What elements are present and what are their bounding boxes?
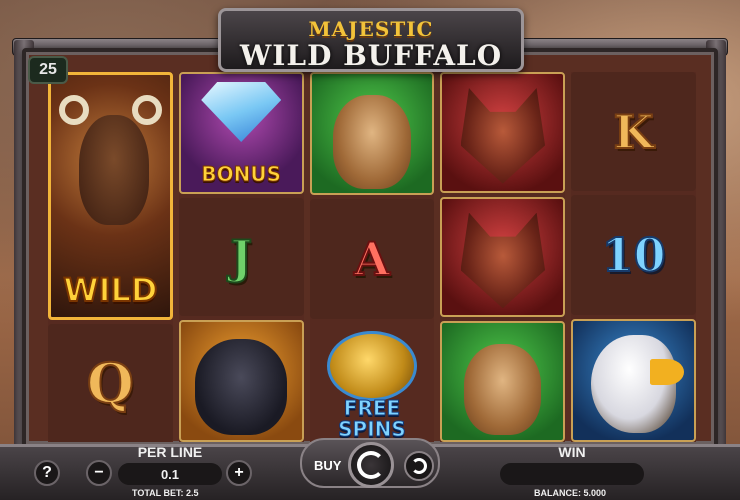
puma-icon [464, 344, 542, 436]
puma-symbol [440, 321, 566, 443]
bonus-diamond-symbol: BONUS [178, 72, 304, 194]
wolf-symbol [440, 72, 566, 193]
reel-4 [440, 72, 566, 443]
spin-button[interactable] [348, 442, 394, 488]
spins-label: SPINS [338, 416, 407, 441]
logo-title-main: WILD BUFFALO [239, 39, 503, 72]
wild-buffalo-symbol: WILD [48, 72, 173, 320]
eagle-beak-icon [650, 358, 685, 385]
wolves-icon [460, 212, 546, 309]
total-bet: TOTAL BET: 2.5 [132, 488, 199, 498]
symbol-q: Q [48, 323, 173, 442]
symbol-a: A [309, 199, 435, 319]
horn-right-icon [131, 95, 162, 125]
symbol-10: 10 [571, 195, 696, 315]
increase-bet-button[interactable]: + [226, 460, 252, 486]
bonus-label: BONUS [201, 162, 282, 187]
reel-3: A FREE SPINS [309, 72, 435, 442]
free-spins-label: FREE SPINS [310, 395, 435, 441]
win-value [500, 463, 644, 485]
symbol-j: J [178, 198, 304, 316]
help-button[interactable]: ? [34, 460, 60, 486]
paylines-badge: 25 [28, 56, 68, 84]
symbol-k: K [571, 72, 696, 192]
win-label: WIN [558, 444, 586, 460]
symbol-10-label: 10 [601, 227, 667, 283]
logo-title-top: MAJESTIC [308, 17, 434, 41]
per-line-value: 0.1 [118, 463, 222, 485]
reel-2: BONUS J [178, 72, 304, 442]
reel-1: WILD Q [48, 72, 173, 442]
wolf-pair-symbol [440, 196, 566, 318]
free-spins-symbol: FREE SPINS [309, 322, 435, 442]
buffalo-face-icon [79, 115, 149, 225]
reel-5: K 10 [571, 72, 696, 442]
bear-symbol [178, 320, 304, 442]
free-label: FREE [343, 395, 401, 420]
reels-grid: WILD Q BONUS J A FREE SPINS K 10 [48, 72, 696, 443]
decrease-bet-button[interactable]: − [86, 460, 112, 486]
autoplay-icon [411, 458, 427, 474]
wolf-icon [460, 88, 546, 184]
buy-button[interactable]: BUY [314, 458, 341, 473]
symbol-a-label: A [353, 231, 391, 287]
horn-left-icon [59, 95, 89, 125]
puma-family-symbol [309, 72, 435, 196]
game-logo: MAJESTIC WILD BUFFALO [218, 8, 524, 72]
eagle-coin-icon [326, 330, 417, 401]
eagle-symbol [571, 318, 696, 442]
per-line-label: PER LINE [137, 444, 203, 460]
symbol-k-label: K [613, 104, 655, 160]
symbol-q-label: Q [86, 350, 135, 416]
wild-label: WILD [62, 270, 158, 310]
symbol-j-label: J [229, 229, 253, 285]
bear-icon [195, 338, 288, 436]
puma-icon [333, 95, 411, 189]
spin-icon [357, 451, 385, 479]
autoplay-button[interactable] [404, 451, 434, 481]
balance: BALANCE: 5.000 [534, 488, 607, 498]
diamond-icon [201, 82, 282, 142]
